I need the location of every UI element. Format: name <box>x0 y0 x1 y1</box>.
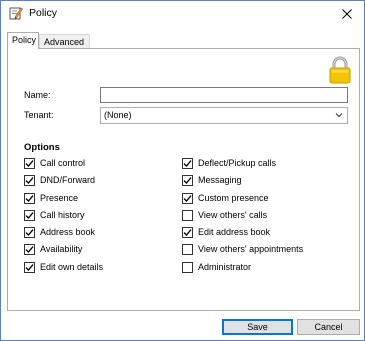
checkbox[interactable] <box>24 226 35 238</box>
option-view-others-calls[interactable]: View others' calls <box>182 209 267 221</box>
option-dnd-forward[interactable]: DND/Forward <box>24 174 95 186</box>
tab-advanced[interactable]: Advanced <box>39 34 90 49</box>
checkmark-icon <box>25 211 34 219</box>
window-title: Policy <box>29 7 58 19</box>
option-address-book[interactable]: Address book <box>24 226 95 238</box>
option-label: Custom presence <box>198 193 269 203</box>
tab-policy[interactable]: Policy <box>7 32 39 49</box>
checkbox[interactable] <box>182 192 193 204</box>
checkbox[interactable] <box>24 192 35 204</box>
checkbox[interactable] <box>182 157 193 169</box>
checkmark-icon <box>25 245 34 253</box>
checkbox[interactable] <box>182 209 193 221</box>
save-button[interactable]: Save <box>222 319 293 335</box>
checkbox[interactable] <box>24 209 35 221</box>
checkbox[interactable] <box>182 261 193 273</box>
option-label: Call history <box>40 210 85 220</box>
option-label: DND/Forward <box>40 175 96 185</box>
checkmark-icon <box>183 176 192 184</box>
option-label: Presence <box>40 193 79 203</box>
checkmark-icon <box>25 176 34 184</box>
cancel-button[interactable]: Cancel <box>297 319 360 335</box>
chevron-down-icon <box>334 110 344 120</box>
checkmark-icon <box>25 228 34 236</box>
option-label: Edit own details <box>40 262 104 272</box>
close-button[interactable] <box>330 1 364 26</box>
title-bar: Policy <box>1 1 364 26</box>
option-administrator[interactable]: Administrator <box>182 261 251 273</box>
option-presence[interactable]: Presence <box>24 192 78 204</box>
option-custom-presence[interactable]: Custom presence <box>182 192 269 204</box>
checkbox[interactable] <box>24 174 35 186</box>
edit-pencil-icon <box>9 6 23 20</box>
checkmark-icon <box>183 228 192 236</box>
checkmark-icon <box>25 263 34 271</box>
option-label: Messaging <box>198 175 242 185</box>
checkbox[interactable] <box>182 243 193 255</box>
checkmark-icon <box>25 194 34 202</box>
option-view-others-appointments[interactable]: View others' appointments <box>182 243 303 255</box>
checkbox[interactable] <box>24 243 35 255</box>
option-label: Deflect/Pickup calls <box>198 158 277 168</box>
option-messaging[interactable]: Messaging <box>182 174 242 186</box>
option-label: Address book <box>40 227 96 237</box>
padlock-icon <box>329 56 351 84</box>
checkbox[interactable] <box>182 174 193 186</box>
checkbox[interactable] <box>24 157 35 169</box>
name-label: Name: <box>24 90 51 100</box>
option-label: View others' appointments <box>198 244 304 254</box>
option-call-history[interactable]: Call history <box>24 209 85 221</box>
option-label: Call control <box>40 158 86 168</box>
option-deflect-pickup-calls[interactable]: Deflect/Pickup calls <box>182 157 276 169</box>
checkbox[interactable] <box>24 261 35 273</box>
option-label: Administrator <box>198 262 252 272</box>
tenant-selected-value: (None) <box>104 110 132 120</box>
option-label: View others' calls <box>198 210 268 220</box>
option-edit-address-book[interactable]: Edit address book <box>182 226 270 238</box>
tenant-dropdown[interactable]: (None) <box>100 107 348 124</box>
checkmark-icon <box>183 159 192 167</box>
checkmark-icon <box>183 194 192 202</box>
options-heading: Options <box>24 142 60 153</box>
close-icon <box>342 8 352 19</box>
policy-dialog: Policy Policy Advanced Name: Tenant: (No… <box>0 0 365 341</box>
option-label: Availability <box>40 244 83 254</box>
option-availability[interactable]: Availability <box>24 243 82 255</box>
option-call-control[interactable]: Call control <box>24 157 85 169</box>
checkbox[interactable] <box>182 226 193 238</box>
option-edit-own-details[interactable]: Edit own details <box>24 261 103 273</box>
option-label: Edit address book <box>198 227 271 237</box>
policy-tab-panel: Name: Tenant: (None) Options Call contro… <box>7 48 360 311</box>
tenant-label: Tenant: <box>24 110 54 120</box>
checkmark-icon <box>25 159 34 167</box>
name-field[interactable] <box>100 87 348 103</box>
